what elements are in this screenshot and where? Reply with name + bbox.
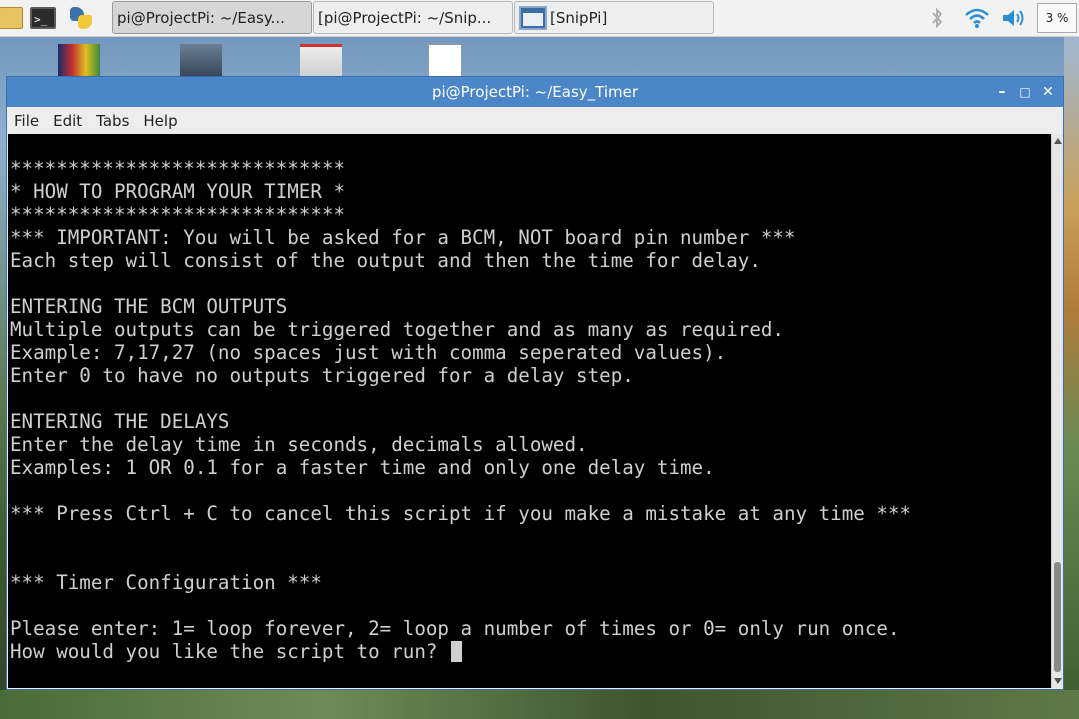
close-icon[interactable]: ✕ — [1037, 81, 1059, 103]
menu-file[interactable]: File — [7, 112, 46, 130]
desktop-wallpaper-bottom — [0, 690, 1079, 719]
snippi-icon — [519, 5, 547, 30]
folder-icon — [0, 7, 23, 29]
desktop-icon-2[interactable] — [180, 44, 222, 78]
top-panel: >_ >_ pi@ProjectPi: ~/Easy... >_ [pi@Pro… — [0, 0, 1079, 37]
menu-tabs[interactable]: Tabs — [89, 112, 136, 130]
terminal-scrollbar[interactable] — [1051, 134, 1063, 688]
cpu-usage-label: 3 % — [1045, 11, 1069, 25]
terminal-line: ***************************** — [10, 203, 346, 226]
taskbar-item-label: [pi@ProjectPi: ~/Snip... — [318, 8, 492, 27]
taskbar-item-label: pi@ProjectPi: ~/Easy... — [117, 8, 285, 27]
window-titlebar[interactable]: pi@ProjectPi: ~/Easy_Timer – □ ✕ — [7, 77, 1063, 107]
text-cursor — [450, 641, 462, 662]
terminal-line: Each step will consist of the output and… — [10, 249, 761, 272]
wifi-icon[interactable] — [962, 3, 992, 33]
terminal-line: ***************************** — [10, 157, 346, 180]
terminal-output[interactable]: ***************************** * HOW TO PR… — [8, 134, 1051, 688]
scrollbar-thumb[interactable] — [1054, 562, 1061, 672]
minimize-icon[interactable]: – — [991, 81, 1013, 103]
terminal-line: ENTERING THE DELAYS — [10, 410, 230, 433]
maximize-icon[interactable]: □ — [1014, 81, 1036, 103]
terminal-window: pi@ProjectPi: ~/Easy_Timer – □ ✕ File Ed… — [6, 76, 1064, 690]
desktop-wallpaper-edge — [1064, 36, 1079, 719]
file-manager-launcher[interactable] — [0, 3, 26, 33]
scroll-down-icon[interactable] — [1054, 678, 1062, 684]
terminal-line: *** Press Ctrl + C to cancel this script… — [10, 502, 912, 525]
taskbar-item-snip-terminal[interactable]: >_ [pi@ProjectPi: ~/Snip... — [313, 1, 513, 34]
terminal-icon: >_ — [30, 7, 56, 29]
python-launcher[interactable] — [66, 3, 96, 33]
desktop-image-file-icon[interactable] — [428, 44, 462, 78]
terminal-line: * HOW TO PROGRAM YOUR TIMER * — [10, 180, 346, 203]
window-title: pi@ProjectPi: ~/Easy_Timer — [431, 83, 639, 101]
taskbar-item-label: [SnipPi] — [550, 8, 608, 27]
terminal-line: *** Timer Configuration *** — [10, 571, 322, 594]
menu-bar: File Edit Tabs Help — [7, 107, 1063, 134]
terminal-prompt-line: How would you like the script to run? — [10, 640, 1051, 663]
terminal-line: Multiple outputs can be triggered togeth… — [10, 318, 784, 341]
volume-icon[interactable] — [998, 3, 1030, 33]
terminal-prompt: How would you like the script to run? — [10, 640, 449, 663]
terminal-line: Please enter: 1= loop forever, 2= loop a… — [10, 617, 900, 640]
desktop-icon-3[interactable] — [300, 44, 342, 78]
terminal-line: Enter 0 to have no outputs triggered for… — [10, 364, 634, 387]
taskbar-item-easy-timer[interactable]: >_ pi@ProjectPi: ~/Easy... — [112, 1, 312, 34]
bluetooth-icon[interactable] — [924, 3, 950, 33]
python-icon — [68, 5, 94, 31]
terminal-line: *** IMPORTANT: You will be asked for a B… — [10, 226, 796, 249]
taskbar-item-snippi[interactable]: [SnipPi] — [514, 1, 714, 34]
terminal-launcher[interactable]: >_ — [28, 3, 58, 33]
terminal-line: Example: 7,17,27 (no spaces just with co… — [10, 341, 727, 364]
terminal-line: Enter the delay time in seconds, decimal… — [10, 433, 588, 456]
terminal-line: Examples: 1 OR 0.1 for a faster time and… — [10, 456, 715, 479]
menu-edit[interactable]: Edit — [46, 112, 89, 130]
desktop-icon-1[interactable] — [58, 44, 100, 78]
cpu-usage-monitor[interactable]: 3 % — [1037, 3, 1077, 33]
scroll-up-icon[interactable] — [1054, 138, 1062, 144]
menu-help[interactable]: Help — [136, 112, 184, 130]
terminal-line: ENTERING THE BCM OUTPUTS — [10, 295, 288, 318]
